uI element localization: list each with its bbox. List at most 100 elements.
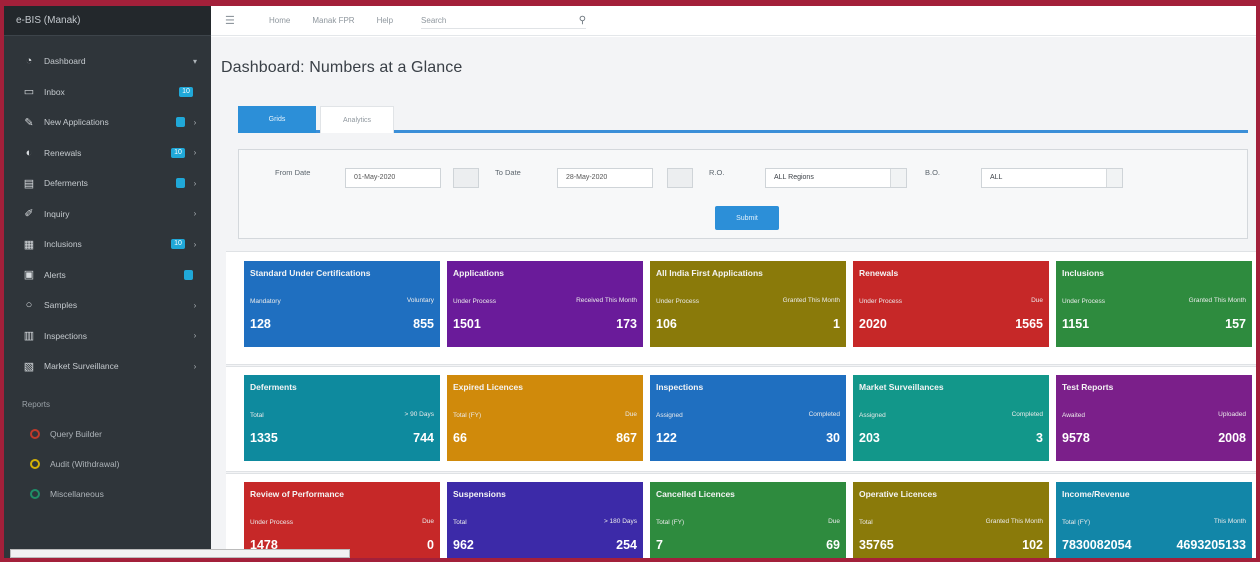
sidebar-item-label: Inbox (44, 86, 65, 97)
stat-card-applications[interactable]: Applications Under Process Received This M… (447, 261, 643, 347)
to-date-calendar-button[interactable] (667, 168, 693, 188)
to-date-field[interactable]: 28-May-2020 (557, 168, 653, 188)
app-window: e-BIS (Manak) ◔ Dashboard ▾ ▭ Inbox 10 ✎ New Ap… (0, 0, 1260, 562)
app-brand[interactable]: e-BIS (Manak) (4, 6, 211, 36)
alerts-icon: ▣ (23, 269, 35, 282)
sidebar-item-label: Inclusions (44, 239, 82, 250)
card-title: Review of Performance (250, 489, 345, 499)
chevron-icon[interactable]: › (191, 362, 199, 371)
card-right-value: 867 (616, 431, 637, 445)
report-item-miscellaneous[interactable]: Miscellaneous (4, 479, 211, 509)
menu-toggle-icon[interactable]: ☰ (225, 14, 247, 27)
topbar-link-help[interactable]: Help (377, 16, 393, 25)
card-right-label: Completed (1011, 411, 1043, 418)
card-left-value: 128 (250, 317, 271, 331)
stat-card-operative-licences[interactable]: Operative Licences Total Granted This Mont… (853, 482, 1049, 558)
main-content: Dashboard: Numbers at a Glance Grids Ana… (211, 37, 1256, 558)
sidebar-item-deferments[interactable]: ▤ Deferments › (4, 168, 211, 199)
sidebar-item-label: Inquiry (44, 208, 70, 219)
sidebar-item-market-surveillance[interactable]: ▧ Market Surveillance › (4, 351, 211, 382)
card-right-label: Received This Month (576, 297, 637, 304)
ro-dropdown-icon[interactable] (890, 169, 906, 187)
sidebar-item-inbox[interactable]: ▭ Inbox 10 (4, 77, 211, 108)
count-badge (176, 117, 185, 128)
stat-card-inspections[interactable]: Inspections Assigned Completed 122 30 (650, 375, 846, 461)
sidebar-item-alerts[interactable]: ▣ Alerts (4, 260, 211, 291)
report-item-audit-withdrawal[interactable]: Audit (Withdrawal) (4, 449, 211, 479)
bo-select[interactable]: ALL (981, 168, 1123, 188)
chevron-icon[interactable]: ▾ (191, 57, 199, 66)
inquiry-icon: ✐ (24, 208, 34, 221)
stat-card-cancelled-licences[interactable]: Cancelled Licences Total (FY) Due 7 69 (650, 482, 846, 558)
stat-card-deferments[interactable]: Deferments Total > 90 Days 1335 744 (244, 375, 440, 461)
card-right-value: 69 (826, 538, 840, 552)
tab-analytics[interactable]: Analytics (320, 106, 394, 133)
stat-card-renewals[interactable]: Renewals Under Process Due 2020 1565 (853, 261, 1049, 347)
stat-card-income-revenue[interactable]: Income/Revenue Total (FY) This Month 783008… (1056, 482, 1252, 558)
chevron-icon[interactable]: › (191, 331, 199, 340)
card-right-value: 4693205133 (1176, 538, 1246, 552)
card-right-label: Completed (808, 411, 840, 418)
chevron-icon[interactable]: › (191, 240, 199, 249)
chevron-icon[interactable]: › (191, 148, 199, 157)
card-right-label: Granted This Month (985, 518, 1043, 525)
card-left-label: Assigned (859, 412, 886, 419)
sidebar-item-inclusions[interactable]: ▦ Inclusions 10 › (4, 229, 211, 260)
inbox-icon: ▭ (23, 86, 35, 99)
card-row-2: Deferments Total > 90 Days 1335 744 Expired L… (226, 366, 1256, 472)
sidebar-item-samples[interactable]: ○ Samples › (4, 290, 211, 321)
topbar-link-manak-fpr[interactable]: Manak FPR (312, 16, 354, 25)
chevron-icon[interactable]: › (191, 209, 199, 218)
from-date-calendar-button[interactable] (453, 168, 479, 188)
chevron-icon[interactable]: › (191, 301, 199, 310)
circle-icon (30, 458, 40, 469)
ro-select[interactable]: ALL Regions (765, 168, 907, 188)
card-right-value: 102 (1022, 538, 1043, 552)
count-badge: 10 (171, 147, 185, 158)
stat-card-suspensions[interactable]: Suspensions Total > 180 Days 962 254 (447, 482, 643, 558)
chevron-icon[interactable]: › (191, 118, 199, 127)
search-input[interactable]: Search ⚲ (421, 13, 587, 29)
card-left-value: 7830082054 (1062, 538, 1132, 552)
submit-button[interactable]: Submit (715, 206, 779, 230)
card-left-label: Mandatory (250, 298, 281, 305)
reports-section-title: Reports (22, 399, 51, 409)
card-right-value: 744 (413, 431, 434, 445)
stat-card-test-reports[interactable]: Test Reports Awaited Uploaded 9578 2008 (1056, 375, 1252, 461)
tab-grids[interactable]: Grids (238, 106, 316, 133)
sidebar: e-BIS (Manak) ◔ Dashboard ▾ ▭ Inbox 10 ✎ New Ap… (4, 6, 211, 558)
stat-card-all-india-first-applications[interactable]: All India First Applications Under Proces… (650, 261, 846, 347)
circle-icon (30, 488, 40, 499)
stat-card-market-surveillances[interactable]: Market Surveillances Assigned Completed 203… (853, 375, 1049, 461)
stat-card-standard-under-certifications[interactable]: Standard Under Certifications Mandatory Vo… (244, 261, 440, 347)
stat-card-expired-licences[interactable]: Expired Licences Total (FY) Due 66 867 (447, 375, 643, 461)
card-right-value: 1565 (1015, 317, 1043, 331)
bo-dropdown-icon[interactable] (1106, 169, 1122, 187)
report-item-label: Query Builder (50, 428, 102, 439)
report-item-query-builder[interactable]: Query Builder (4, 419, 211, 449)
sidebar-item-new-applications[interactable]: ✎ New Applications › (4, 107, 211, 138)
card-left-label: Under Process (453, 298, 496, 305)
sidebar-item-inspections[interactable]: ▥ Inspections › (4, 321, 211, 352)
card-right-label: Granted This Month (782, 297, 840, 304)
market-surveillance-icon: ▧ (23, 360, 35, 373)
sidebar-item-renewals[interactable]: ◐ Renewals 10 › (4, 138, 211, 169)
sidebar-item-inquiry[interactable]: ✐ Inquiry › (4, 199, 211, 230)
stat-card-inclusions[interactable]: Inclusions Under Process Granted This Mont… (1056, 261, 1252, 347)
to-date-label: To Date (495, 168, 521, 177)
card-left-value: 962 (453, 538, 474, 552)
renewals-icon: ◐ (25, 146, 33, 159)
search-icon[interactable]: ⚲ (579, 15, 586, 26)
sidebar-item-dashboard[interactable]: ◔ Dashboard ▾ (4, 46, 211, 77)
page-title: Dashboard: Numbers at a Glance (221, 59, 463, 76)
sidebar-item-label: Deferments (44, 178, 88, 189)
chevron-icon[interactable]: › (191, 179, 199, 188)
from-date-field[interactable]: 01-May-2020 (345, 168, 441, 188)
topbar-link-home[interactable]: Home (269, 16, 290, 25)
card-left-value: 203 (859, 431, 880, 445)
card-left-label: Under Process (859, 298, 902, 305)
from-date-label: From Date (275, 168, 311, 177)
reports-list: Query Builder Audit (Withdrawal) Miscellan… (4, 419, 211, 509)
report-item-label: Miscellaneous (50, 488, 104, 499)
card-title: Renewals (859, 268, 899, 278)
